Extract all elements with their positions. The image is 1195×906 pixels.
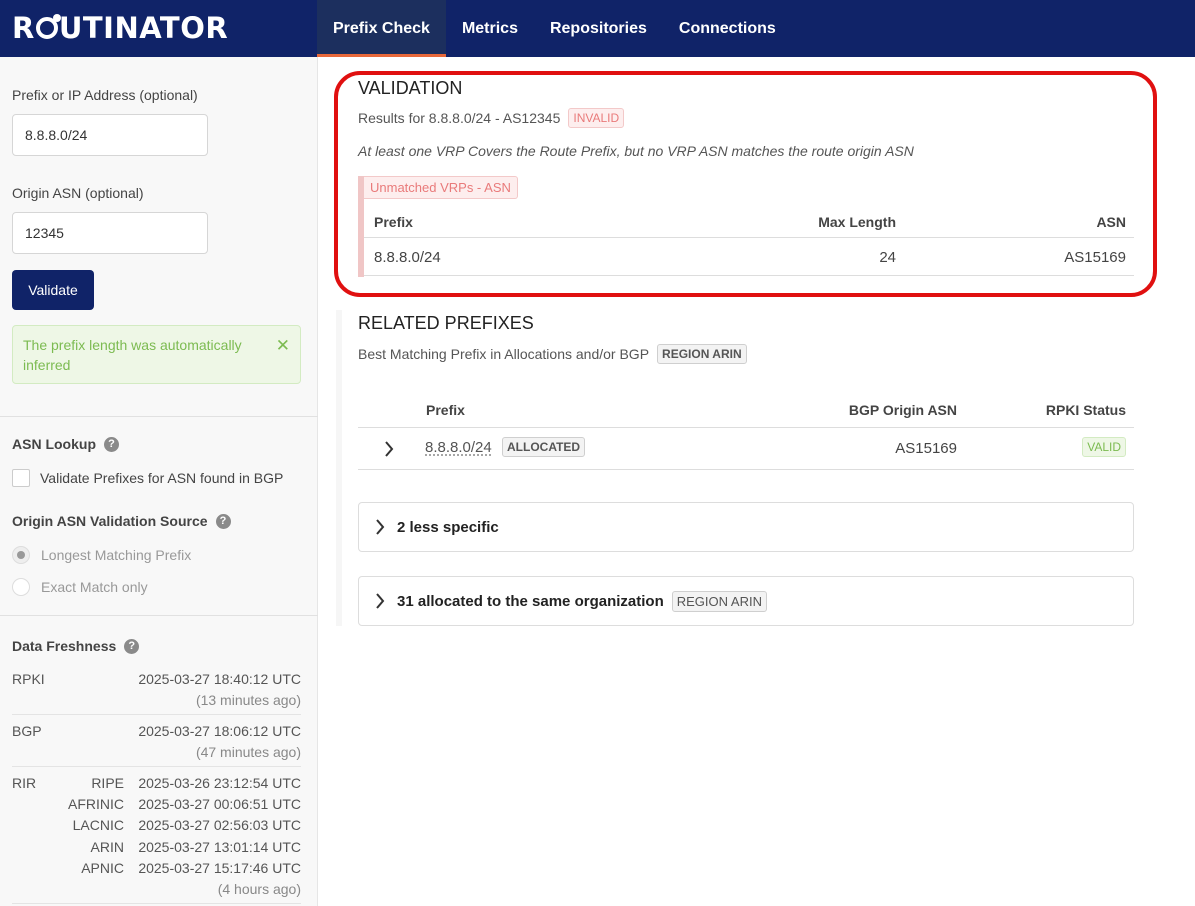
chevron-right-icon xyxy=(375,519,385,535)
less-specific-label: 2 less specific xyxy=(397,518,499,536)
sidebar: Prefix or IP Address (optional) Origin A… xyxy=(0,57,318,906)
rir-source-time: 2025-03-27 00:06:51 UTC xyxy=(138,796,301,812)
sidebar-divider xyxy=(0,416,318,417)
table-row: 8.8.8.0/24 24 AS15169 xyxy=(364,238,1134,276)
related-prefixes-title: RELATED PREFIXES xyxy=(358,313,534,333)
vrp-prefix: 8.8.8.0/24 xyxy=(374,249,441,266)
less-specific-accordion[interactable]: 2 less specific xyxy=(358,502,1134,552)
freshness-bgp: BGP 2025-03-27 18:06:12 UTC (47 minutes … xyxy=(12,723,301,767)
region-badge: REGION ARIN xyxy=(657,344,747,364)
freshness-time: 2025-03-27 18:40:12 UTC xyxy=(138,671,301,687)
freshness-time: 2025-03-27 18:06:12 UTC xyxy=(138,723,301,739)
rir-source-name: AFRINIC xyxy=(68,796,124,812)
close-icon[interactable]: ✕ xyxy=(276,336,290,356)
tab-metrics[interactable]: Metrics xyxy=(446,0,534,57)
validation-results-text: Results for 8.8.8.0/24 - AS12345 xyxy=(358,110,561,126)
rir-source-name: ARIN xyxy=(90,839,124,855)
asn-lookup-title-text: ASN Lookup xyxy=(12,436,96,452)
data-freshness-title-text: Data Freshness xyxy=(12,638,117,654)
main-nav: Prefix Check Metrics Repositories Connec… xyxy=(317,0,792,57)
vrp-asn: AS15169 xyxy=(1064,249,1126,266)
col-rpki-status: RPKI Status xyxy=(1045,402,1126,418)
origin-source-title-text: Origin ASN Validation Source xyxy=(12,513,208,529)
prefix-input[interactable] xyxy=(12,114,208,156)
radio-longest-match-label[interactable]: Longest Matching Prefix xyxy=(41,547,191,563)
help-icon[interactable]: ? xyxy=(104,436,119,452)
alert-text: The prefix length was automatically infe… xyxy=(23,337,242,373)
same-org-label: 31 allocated to the same organization xyxy=(397,592,664,610)
unmatched-vrps-block: Unmatched VRPs - ASN Prefix Max Length A… xyxy=(358,176,1134,277)
sidebar-divider xyxy=(0,615,318,616)
col-max-length: Max Length xyxy=(818,214,896,230)
related-subtitle-text: Best Matching Prefix in Allocations and/… xyxy=(358,346,650,362)
chevron-right-icon[interactable] xyxy=(384,441,394,457)
rir-source-name: LACNIC xyxy=(72,817,124,833)
inferred-alert: The prefix length was automatically infe… xyxy=(12,325,301,384)
freshness-name: BGP xyxy=(12,723,42,739)
vrp-table-header: Prefix Max Length ASN xyxy=(364,212,1134,238)
prefix-label: Prefix or IP Address (optional) xyxy=(12,87,198,103)
related-subtitle: Best Matching Prefix in Allocations and/… xyxy=(358,344,747,364)
related-bgp-origin: AS15169 xyxy=(895,440,957,457)
freshness-ago: (4 hours ago) xyxy=(217,881,301,897)
col-prefix: Prefix xyxy=(426,402,465,418)
freshness-separator xyxy=(12,766,301,767)
radio-longest-match[interactable] xyxy=(12,546,30,564)
logo-letter-r: R xyxy=(12,11,35,45)
col-bgp-origin-asn: BGP Origin ASN xyxy=(848,402,957,418)
freshness-rir: RIR RIPE 2025-03-26 23:12:54 UTC AFRINIC… xyxy=(12,775,301,901)
radio-exact-match-label[interactable]: Exact Match only xyxy=(41,579,148,595)
tab-connections[interactable]: Connections xyxy=(663,0,792,57)
related-table-header: Prefix BGP Origin ASN RPKI Status xyxy=(358,394,1134,428)
region-badge: REGION ARIN xyxy=(671,590,767,612)
freshness-name: RIR xyxy=(12,775,37,791)
help-icon[interactable]: ? xyxy=(215,513,231,529)
allocated-badge: ALLOCATED xyxy=(502,437,586,457)
validation-note: At least one VRP Covers the Route Prefix… xyxy=(358,143,914,159)
rir-source-time: 2025-03-27 15:17:46 UTC xyxy=(138,860,301,876)
unmatched-vrps-tag: Unmatched VRPs - ASN xyxy=(364,176,518,199)
vrp-max-length: 24 xyxy=(879,249,896,266)
rir-source-name: APNIC xyxy=(81,860,124,876)
tab-prefix-check[interactable]: Prefix Check xyxy=(317,0,446,57)
chevron-right-icon xyxy=(375,593,385,609)
tab-repositories[interactable]: Repositories xyxy=(534,0,663,57)
freshness-ago: (13 minutes ago) xyxy=(195,692,301,708)
data-freshness-title: Data Freshness ? xyxy=(12,638,140,654)
asn-lookup-title: ASN Lookup ? xyxy=(12,436,119,452)
help-icon[interactable]: ? xyxy=(124,638,140,654)
section-rail xyxy=(336,310,342,626)
top-navbar: R UTINATOR Prefix Check Metrics Repositor… xyxy=(0,0,1195,57)
logo-o-ring-icon xyxy=(35,14,61,39)
routinator-logo[interactable]: R UTINATOR xyxy=(12,10,228,46)
freshness-rpki: RPKI 2025-03-27 18:40:12 UTC (13 minutes… xyxy=(12,671,301,715)
freshness-separator xyxy=(12,903,301,904)
table-row: 8.8.8.0/24 ALLOCATED AS15169 VALID xyxy=(358,428,1134,470)
asn-input[interactable] xyxy=(12,212,208,254)
validate-prefixes-label[interactable]: Validate Prefixes for ASN found in BGP xyxy=(40,470,283,486)
rir-source-time: 2025-03-27 02:56:03 UTC xyxy=(138,817,301,833)
origin-source-title: Origin ASN Validation Source ? xyxy=(12,513,231,529)
validate-button[interactable]: Validate xyxy=(12,270,94,310)
col-prefix: Prefix xyxy=(374,214,413,230)
asn-label: Origin ASN (optional) xyxy=(12,185,144,201)
rir-source-time: 2025-03-27 13:01:14 UTC xyxy=(138,839,301,855)
rir-source-time: 2025-03-26 23:12:54 UTC xyxy=(138,775,301,791)
rir-source-name: RIPE xyxy=(91,775,124,791)
logo-text: UTINATOR xyxy=(58,11,229,45)
same-organization-accordion[interactable]: 31 allocated to the same organization RE… xyxy=(358,576,1134,626)
status-badge-valid: VALID xyxy=(1082,437,1126,457)
freshness-ago: (47 minutes ago) xyxy=(195,744,301,760)
status-badge-invalid: INVALID xyxy=(568,108,625,128)
related-prefix-link[interactable]: 8.8.8.0/24 xyxy=(425,439,492,456)
freshness-name: RPKI xyxy=(12,671,45,687)
col-asn: ASN xyxy=(1096,214,1126,230)
validate-prefixes-checkbox[interactable] xyxy=(12,469,30,487)
radio-exact-match[interactable] xyxy=(12,578,30,596)
freshness-separator xyxy=(12,714,301,715)
validation-results: Results for 8.8.8.0/24 - AS12345 INVALID xyxy=(358,108,625,128)
validation-title: VALIDATION xyxy=(358,78,463,98)
